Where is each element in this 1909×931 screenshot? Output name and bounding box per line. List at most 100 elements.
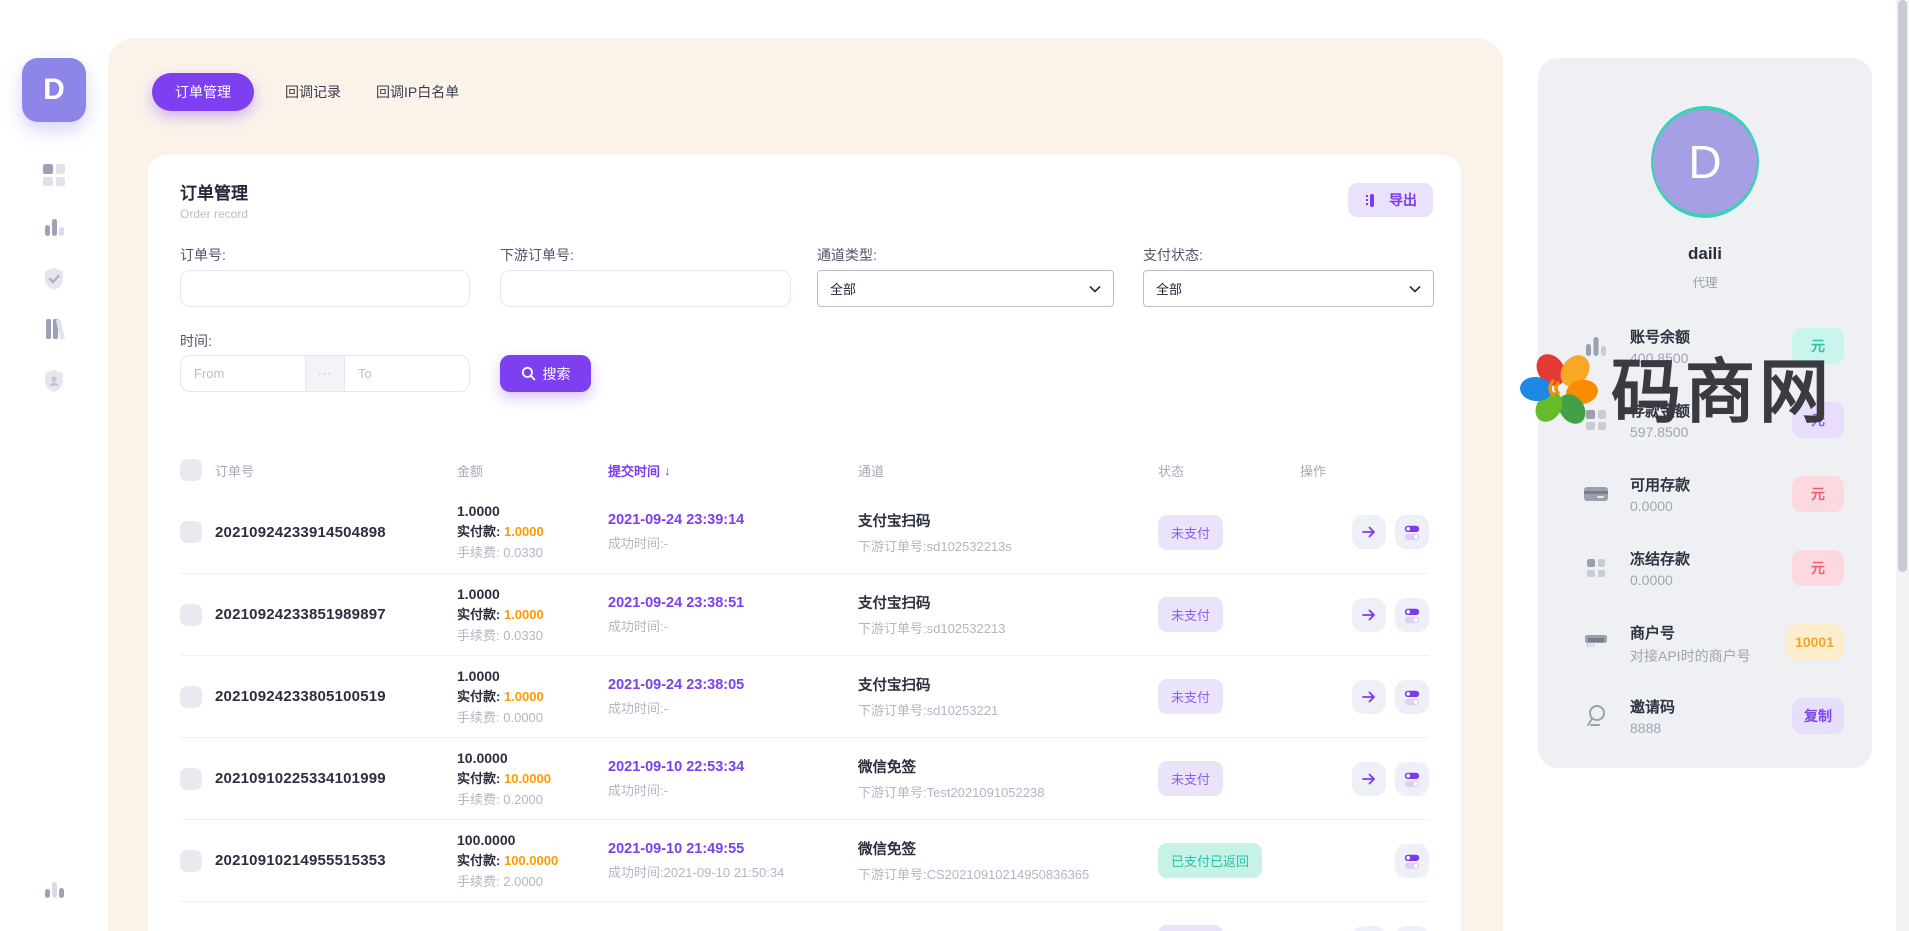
status-badge: 未支付	[1158, 597, 1223, 632]
order-no-label: 订单号:	[180, 245, 226, 265]
amount: 1.0000	[457, 502, 608, 520]
paid-amount: 1.0000	[504, 689, 544, 704]
table-row: 10.0000 2021-09-10 21:48:01 微信免签 未支付	[180, 901, 1429, 931]
profile-role: 代理	[1538, 272, 1872, 291]
channel-type-select[interactable]: 全部	[817, 270, 1114, 307]
table-row: 20210924233805100519 1.0000 实付款: 1.0000 …	[180, 655, 1429, 737]
bar-chart-icon[interactable]	[39, 212, 69, 242]
app-logo[interactable]: D	[22, 58, 86, 122]
pay-status-value: 全部	[1156, 279, 1182, 298]
library-icon[interactable]	[39, 314, 69, 344]
grid-small-icon	[1580, 552, 1612, 584]
date-to-input[interactable]	[345, 356, 469, 391]
order-no: 20210924233914504898	[215, 524, 457, 541]
search-button[interactable]: 搜索	[500, 355, 591, 392]
export-label: 导出	[1389, 190, 1417, 210]
pay-status-select[interactable]: 全部	[1143, 270, 1434, 307]
toggle-settings-button[interactable]	[1395, 515, 1429, 549]
submit-time: 2021-09-10 22:53:34	[608, 759, 858, 775]
paid-amount: 10.0000	[504, 771, 551, 786]
date-from-input[interactable]	[181, 356, 305, 391]
tab-callback-records[interactable]: 回调记录	[281, 73, 345, 111]
currency-badge: 元	[1792, 402, 1844, 438]
amount: 10.0000	[457, 749, 608, 767]
time-label: 时间:	[180, 331, 212, 351]
toggle-settings-button[interactable]	[1395, 926, 1429, 931]
pos-terminal-icon	[1580, 626, 1612, 658]
row-checkbox[interactable]	[180, 768, 202, 790]
row-checkbox[interactable]	[180, 604, 202, 626]
export-button[interactable]: 导出	[1348, 183, 1433, 217]
scrollbar-thumb[interactable]	[1898, 0, 1907, 572]
status-badge: 未支付	[1158, 679, 1223, 714]
col-channel: 通道	[858, 461, 1158, 480]
row-checkbox[interactable]	[180, 850, 202, 872]
row-checkbox[interactable]	[180, 521, 202, 543]
table-body: 20210924233914504898 1.0000 实付款: 1.0000 …	[180, 491, 1429, 931]
page-title: 订单管理	[180, 179, 248, 204]
fee-amount: 0.0330	[503, 628, 543, 643]
range-separator: ···	[305, 356, 345, 391]
currency-badge: 元	[1792, 550, 1844, 586]
paid-amount: 1.0000	[504, 524, 544, 539]
downstream-order-no: 下游订单号:sd10253221	[858, 700, 1158, 719]
detail-arrow-button[interactable]	[1352, 515, 1386, 549]
col-submit-time[interactable]: 提交时间 ↓	[608, 461, 858, 480]
select-all-checkbox[interactable]	[180, 459, 202, 481]
downstream-no-label: 下游订单号:	[500, 245, 574, 265]
downstream-no-input[interactable]	[500, 270, 791, 307]
profile-name: daili	[1538, 244, 1872, 264]
row-checkbox[interactable]	[180, 686, 202, 708]
grid-icon	[1580, 404, 1612, 436]
col-actions: 操作	[1300, 461, 1429, 480]
success-time: 成功时间:2021-09-10 21:50:34	[608, 862, 858, 881]
downstream-order-no: 下游订单号:sd102532213	[858, 618, 1158, 637]
stat-available-deposit: 可用存款 0.0000 元	[1538, 474, 1872, 538]
profile-panel: D daili 代理 账号余额 400.8500 元 存款金额 597.8500…	[1538, 58, 1872, 768]
amount: 100.0000	[457, 831, 608, 849]
tab-order-management[interactable]: 订单管理	[152, 73, 254, 111]
merchant-id-badge: 10001	[1785, 624, 1844, 660]
channel-name: 支付宝扫码	[858, 592, 1158, 613]
toggle-settings-button[interactable]	[1395, 680, 1429, 714]
dashboard-icon[interactable]	[39, 160, 69, 190]
detail-arrow-button[interactable]	[1352, 762, 1386, 796]
credit-card-icon	[1580, 478, 1612, 510]
order-no-input[interactable]	[180, 270, 470, 307]
top-tabs: 订单管理 回调记录 回调IP白名单	[152, 73, 463, 111]
detail-arrow-button[interactable]	[1352, 680, 1386, 714]
toggle-settings-button[interactable]	[1395, 598, 1429, 632]
downstream-order-no: 下游订单号:sd102532213s	[858, 536, 1158, 555]
detail-arrow-button[interactable]	[1352, 598, 1386, 632]
success-time: 成功时间:-	[608, 780, 858, 799]
table-row: 20210924233914504898 1.0000 实付款: 1.0000 …	[180, 491, 1429, 573]
stat-invite-code: 邀请码 8888 复制	[1538, 696, 1872, 760]
stat-deposit-amount: 存款金额 597.8500 元	[1538, 400, 1872, 464]
copy-button[interactable]: 复制	[1792, 698, 1844, 734]
shield-check-icon[interactable]	[39, 264, 69, 294]
stat-account-balance: 账号余额 400.8500 元	[1538, 326, 1872, 390]
bar-chart-bottom-icon[interactable]	[39, 874, 69, 904]
fee-amount: 0.0000	[503, 710, 543, 725]
avatar[interactable]: D	[1653, 110, 1757, 214]
order-no: 20210910214955515353	[215, 852, 457, 869]
channel-name: 微信免签	[858, 838, 1158, 859]
amount: 1.0000	[457, 585, 608, 603]
order-no: 20210924233805100519	[215, 688, 457, 705]
globe-stand-icon	[1580, 700, 1612, 732]
export-icon	[1364, 192, 1381, 209]
toggle-settings-button[interactable]	[1395, 844, 1429, 878]
detail-arrow-button[interactable]	[1352, 926, 1386, 931]
col-order-no: 订单号	[215, 461, 457, 480]
toggle-settings-button[interactable]	[1395, 762, 1429, 796]
table-row: 20210910225334101999 10.0000 实付款: 10.000…	[180, 737, 1429, 819]
bar-chart-icon	[1580, 330, 1612, 362]
order-no: 20210924233851989897	[215, 606, 457, 623]
tab-callback-ip-whitelist[interactable]: 回调IP白名单	[372, 73, 463, 111]
status-badge: 未支付	[1158, 925, 1223, 931]
col-status: 状态	[1158, 461, 1300, 480]
channel-name: 微信免签	[858, 756, 1158, 777]
submit-time: 2021-09-24 23:38:05	[608, 677, 858, 693]
stat-merchant-id: 商户号 对接API时的商户号 10001	[1538, 622, 1872, 686]
user-shield-icon[interactable]	[39, 366, 69, 396]
